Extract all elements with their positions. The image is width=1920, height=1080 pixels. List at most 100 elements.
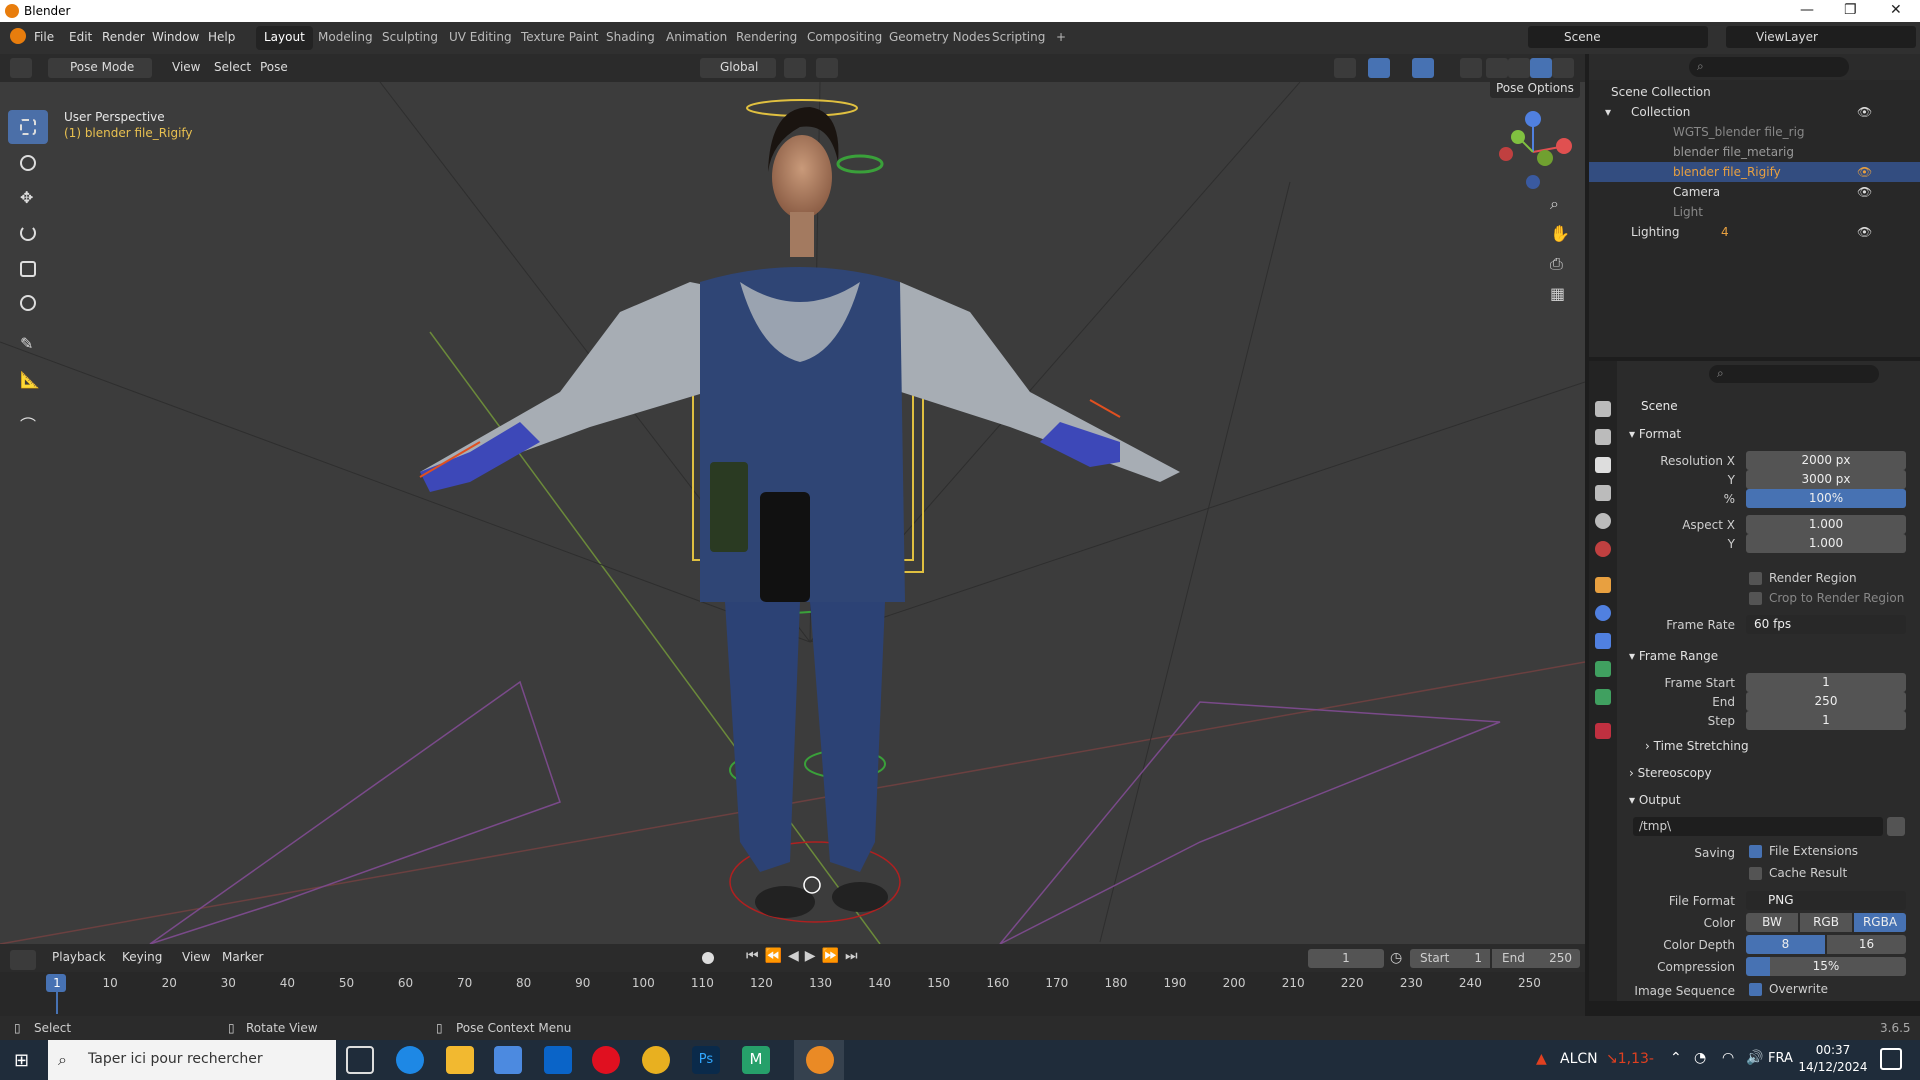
ortho-grid-icon[interactable]: ▦ xyxy=(1550,284,1565,303)
folder-icon[interactable] xyxy=(1887,817,1905,836)
zoom-icon[interactable]: ⌕ xyxy=(1550,194,1559,214)
aspect-x-field[interactable]: 1.000 xyxy=(1746,515,1906,534)
menu-marker[interactable]: Marker xyxy=(216,948,269,968)
menu-window[interactable]: Window xyxy=(152,30,199,44)
menu-help[interactable]: Help xyxy=(208,30,235,44)
rotate-tool[interactable] xyxy=(8,216,48,250)
outliner-wgts[interactable]: WGTS_blender file_rig xyxy=(1589,122,1920,142)
crop-checkbox[interactable] xyxy=(1749,592,1762,605)
3d-viewport[interactable]: User Perspective (1) blender file_Rigify… xyxy=(0,82,1585,944)
overlay-icon[interactable] xyxy=(1412,58,1434,78)
end-frame-field[interactable]: End 250 xyxy=(1492,949,1580,968)
tab-animation[interactable]: Animation xyxy=(658,26,735,50)
tab-modeling[interactable]: Modeling xyxy=(310,26,381,50)
pivot-icon[interactable] xyxy=(784,58,806,78)
eye-icon[interactable]: 👁 xyxy=(1857,105,1872,119)
frame-end-field[interactable]: 250 xyxy=(1746,692,1906,711)
menu-render[interactable]: Render xyxy=(102,30,145,44)
output-path-field[interactable]: /tmp\ xyxy=(1633,817,1883,836)
stereoscopy-section-header[interactable]: › Stereoscopy xyxy=(1629,766,1712,780)
pan-hand-icon[interactable]: ✋ xyxy=(1550,224,1570,243)
constraints-tab-icon[interactable] xyxy=(1595,633,1611,649)
clock-date[interactable]: 14/12/2024 xyxy=(1798,1060,1868,1074)
xray-icon[interactable] xyxy=(1460,58,1482,78)
wireframe-shading-icon[interactable] xyxy=(1486,58,1508,78)
properties-search-input[interactable]: ⌕ xyxy=(1709,365,1879,383)
render-tab-icon[interactable] xyxy=(1595,429,1611,445)
menu-view[interactable]: View xyxy=(166,58,206,78)
network-icon[interactable]: ◔ xyxy=(1694,1050,1706,1066)
aspect-y-field[interactable]: 1.000 xyxy=(1746,534,1906,553)
outliner-collection[interactable]: ▾ Collection 👁 xyxy=(1589,102,1920,122)
scale-tool[interactable] xyxy=(8,252,48,286)
outlook-icon[interactable] xyxy=(544,1046,572,1074)
menu-keying[interactable]: Keying xyxy=(116,948,168,968)
outliner-metarig[interactable]: blender file_metarig xyxy=(1589,142,1920,162)
eye-icon[interactable]: 👁 xyxy=(1857,225,1872,239)
language-indicator[interactable]: FRA xyxy=(1768,1051,1793,1066)
volume-icon[interactable]: 🔊 xyxy=(1746,1050,1763,1066)
outliner-camera[interactable]: Camera 👁 xyxy=(1589,182,1920,202)
menu-pose[interactable]: Pose xyxy=(254,58,294,78)
outliner-lighting[interactable]: Lighting 4 👁 xyxy=(1589,222,1920,242)
format-section-header[interactable]: ▾ Format xyxy=(1629,427,1681,441)
gizmo-icon[interactable] xyxy=(1368,58,1390,78)
current-frame-field[interactable]: 1 xyxy=(1308,949,1384,968)
frame-start-field[interactable]: 1 xyxy=(1746,673,1906,692)
menu-select[interactable]: Select xyxy=(208,58,257,78)
frame-rate-select[interactable]: 60 fps xyxy=(1746,615,1906,634)
annotate-tool[interactable]: ✎ xyxy=(8,328,48,362)
tray-chevron-icon[interactable]: ⌃ xyxy=(1670,1050,1682,1066)
outliner-rigify[interactable]: blender file_Rigify 👁 xyxy=(1589,162,1920,182)
menu-edit[interactable]: Edit xyxy=(69,30,92,44)
rendered-shading-icon[interactable] xyxy=(1552,58,1574,78)
edge-icon[interactable] xyxy=(396,1046,424,1074)
chrome-icon[interactable] xyxy=(642,1046,670,1074)
compression-slider[interactable]: 15% xyxy=(1746,957,1906,976)
snap-icon[interactable] xyxy=(816,58,838,78)
color-bw-button[interactable]: BW xyxy=(1746,913,1798,932)
minimize-icon[interactable]: — xyxy=(1800,2,1814,18)
color-rgb-button[interactable]: RGB xyxy=(1800,913,1852,932)
tab-geometry-nodes[interactable]: Geometry Nodes xyxy=(881,26,998,50)
pose-options-button[interactable]: Pose Options xyxy=(1490,82,1580,98)
maximize-icon[interactable]: ❐ xyxy=(1844,2,1857,18)
maps-icon[interactable]: M xyxy=(742,1046,770,1074)
eye-icon[interactable]: 👁 xyxy=(1857,165,1872,179)
resolution-y-field[interactable]: 3000 px xyxy=(1746,470,1906,489)
tab-compositing[interactable]: Compositing xyxy=(799,26,890,50)
timeline-editor-type-icon[interactable] xyxy=(10,950,36,970)
solid-shading-icon[interactable] xyxy=(1508,58,1530,78)
clock-time[interactable]: 00:37 xyxy=(1808,1043,1858,1057)
move-tool[interactable]: ✥ xyxy=(8,182,48,216)
output-section-header[interactable]: ▾ Output xyxy=(1629,793,1681,807)
outliner-scene-collection[interactable]: Scene Collection xyxy=(1589,82,1920,102)
file-explorer-icon[interactable] xyxy=(446,1046,474,1074)
record-icon[interactable] xyxy=(702,952,714,964)
time-stretching-subpanel[interactable]: › Time Stretching xyxy=(1645,739,1749,753)
tab-rendering[interactable]: Rendering xyxy=(728,26,805,50)
mode-selector[interactable]: Pose Mode xyxy=(48,58,152,78)
windows-start-icon[interactable]: ⊞ xyxy=(14,1050,29,1071)
notification-icon[interactable] xyxy=(1880,1048,1902,1070)
menu-file[interactable]: File xyxy=(34,30,54,44)
tab-sculpting[interactable]: Sculpting xyxy=(374,26,446,50)
opera-icon[interactable] xyxy=(592,1046,620,1074)
cursor-tool[interactable] xyxy=(8,146,48,180)
object-tab-icon[interactable] xyxy=(1595,577,1611,593)
color-rgba-button[interactable]: RGBA xyxy=(1854,913,1906,932)
camera-view-icon[interactable]: ⎙ xyxy=(1550,254,1563,274)
overwrite-checkbox[interactable] xyxy=(1749,983,1762,996)
eye-icon[interactable]: 👁 xyxy=(1857,185,1872,199)
tab-layout[interactable]: Layout xyxy=(256,26,313,50)
relax-pose-tool[interactable]: ⌒ xyxy=(8,406,48,440)
visibility-icon[interactable] xyxy=(1334,58,1356,78)
start-frame-field[interactable]: Start 1 xyxy=(1410,949,1490,968)
file-format-select[interactable]: PNG xyxy=(1746,891,1906,910)
measure-tool[interactable]: 📐 xyxy=(8,364,48,398)
outliner-search-input[interactable]: ⌕ xyxy=(1689,57,1849,77)
viewlayer-selector[interactable]: ViewLayer xyxy=(1726,26,1916,48)
transform-tool[interactable] xyxy=(8,286,48,320)
cache-result-checkbox[interactable] xyxy=(1749,867,1762,880)
taskbar-search-input[interactable]: Taper ici pour rechercher xyxy=(48,1040,336,1080)
